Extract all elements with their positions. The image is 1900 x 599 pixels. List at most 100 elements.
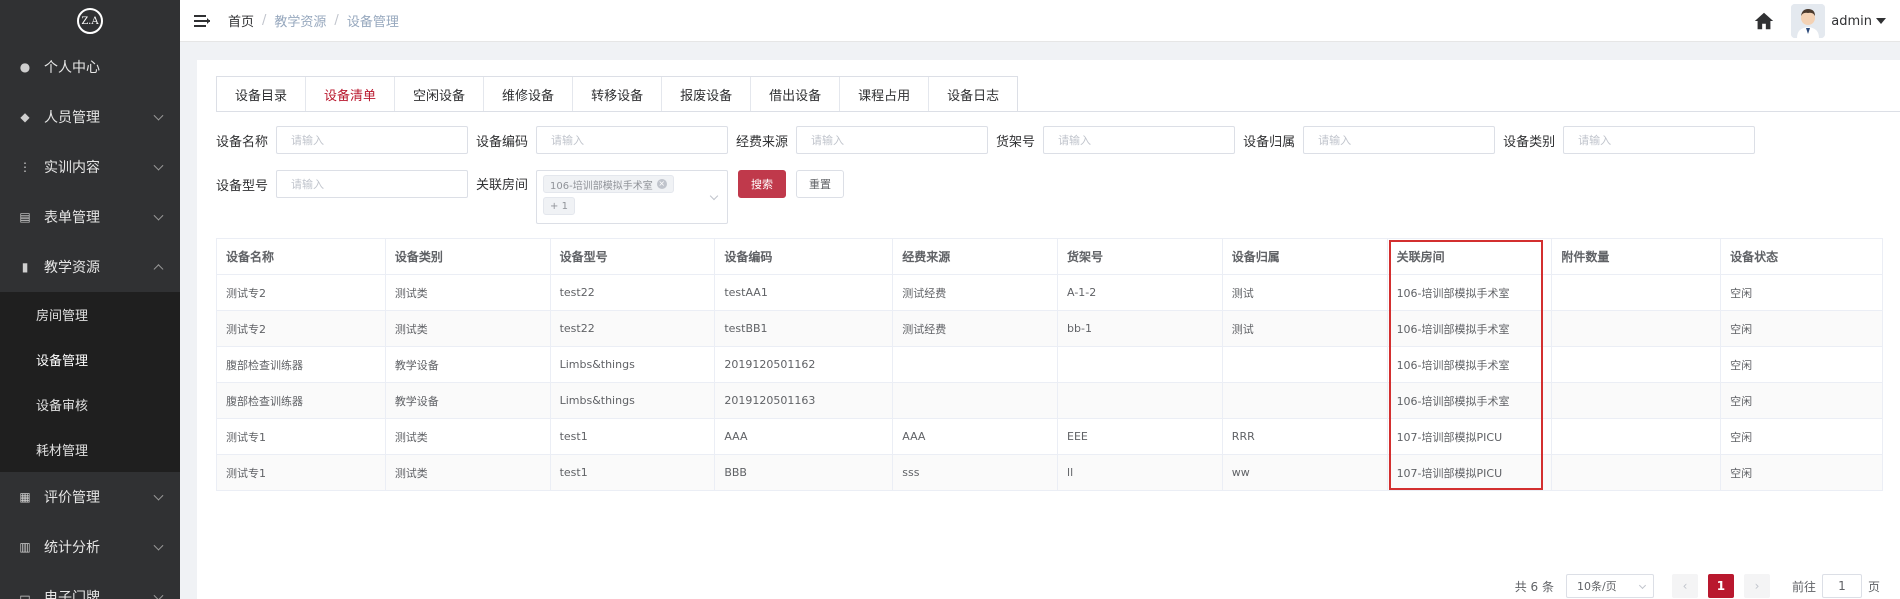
table-cell: Limbs&things (549, 346, 716, 383)
device-code-label: 设备编码 (476, 134, 529, 150)
related-room-label: 关联房间 (476, 178, 529, 193)
chevron-down-icon[interactable] (1876, 18, 1886, 24)
tab-6[interactable]: 借出设备 (751, 77, 841, 111)
reset-button[interactable]: 重置 (796, 170, 845, 198)
tab-0[interactable]: 设备目录 (217, 77, 307, 111)
table-cell: EEE (1057, 418, 1223, 455)
sidebar-item-4[interactable]: ▮ 教学资源 (0, 242, 180, 292)
hamburger-icon[interactable] (194, 14, 210, 27)
column-header[interactable]: 设备类别 (384, 238, 551, 275)
sidebar-item-label: 人员管理 (44, 110, 100, 126)
column-header[interactable]: 经费来源 (892, 238, 1059, 275)
table-cell: test1 (549, 454, 716, 491)
sidebar-item-1[interactable]: ◆ 人员管理 (0, 92, 180, 142)
table-cell: testAA1 (714, 274, 894, 311)
chevron-up-icon (153, 264, 164, 275)
sidebar-item-label: 个人中心 (44, 60, 100, 76)
table-cell: 106-培训部模拟手术室 (1386, 346, 1553, 383)
table-row[interactable]: 测试专1 测试类 test1 AAA AAA EEE RRR 107-培训部模拟PICU 空闲 (216, 418, 1883, 455)
table-cell: 106-培训部模拟手术室 (1386, 274, 1553, 311)
page-number-current[interactable]: 1 (1707, 574, 1734, 598)
sidebar-item-2[interactable]: ⋮ 实训内容 (0, 142, 180, 192)
submenu-item[interactable]: 设备审核 (0, 382, 180, 427)
goto-prefix: 前往 (1791, 579, 1816, 594)
tab-8[interactable]: 设备日志 (929, 77, 1018, 111)
table-cell: 空闲 (1720, 418, 1883, 455)
table-cell: sss (892, 454, 1059, 491)
home-icon[interactable] (1753, 10, 1775, 32)
device-table: 设备名称 设备类别 设备型号 设备编码 经费来源 货架号 设备归属 关联房间 附件数量 设备状态 … (216, 238, 1883, 491)
table-cell: A-1-2 (1057, 274, 1223, 311)
table-cell (1057, 346, 1223, 383)
tab-1[interactable]: 设备清单 (306, 77, 396, 111)
shelf-no-label: 货架号 (996, 134, 1036, 150)
related-room-select[interactable]: 106-培训部模拟手术室 × + 1 (536, 170, 729, 224)
sidebar-item-label: 统计分析 (44, 540, 100, 556)
chevron-down-icon (153, 110, 164, 121)
book-icon: ▮ (21, 260, 29, 274)
submenu-item[interactable]: 设备管理 (0, 337, 180, 382)
sidebar-item-b0[interactable]: ▦ 评价管理 (0, 472, 180, 522)
device-code-input[interactable]: 请输入 (536, 126, 729, 154)
chevron-down-icon (153, 490, 164, 501)
table-row[interactable]: 测试专2 测试类 test22 testAA1 测试经费 A-1-2 测试 106-培训部模拟… (216, 274, 1883, 311)
table-cell: 测试类 (384, 454, 551, 491)
chart-icon: ▥ (19, 540, 31, 554)
column-header[interactable]: 设备归属 (1221, 238, 1388, 275)
submenu-item[interactable]: 耗材管理 (0, 427, 180, 472)
device-category-input[interactable]: 请输入 (1563, 126, 1756, 154)
search-button[interactable]: 搜索 (738, 170, 787, 198)
next-page-button[interactable]: › (1743, 574, 1770, 598)
table-cell: 测试类 (384, 274, 551, 311)
table-cell: 测试专1 (216, 418, 386, 455)
table-row[interactable]: 腹部检查训练器 教学设备 Limbs&things 2019120501163 106-… (216, 382, 1883, 419)
tab-4[interactable]: 转移设备 (573, 77, 663, 111)
sidebar-item-b2[interactable]: ▭ 电子门牌 (0, 572, 180, 599)
column-header[interactable]: 附件数量 (1551, 238, 1722, 275)
table-cell: ll (1057, 454, 1223, 491)
page-size-select[interactable]: 10条/页 (1565, 574, 1654, 598)
device-owner-input[interactable]: 请输入 (1303, 126, 1496, 154)
device-name-label: 设备名称 (216, 134, 269, 150)
tab-7[interactable]: 课程占用 (840, 77, 930, 111)
chevron-down-icon (153, 210, 164, 221)
avatar[interactable] (1791, 4, 1826, 38)
column-header[interactable]: 设备型号 (549, 238, 716, 275)
tab-2[interactable]: 空闲设备 (395, 77, 485, 111)
breadcrumb-separator: / (262, 13, 267, 28)
total-count: 共 6 条 (1514, 579, 1554, 594)
table-row[interactable]: 测试专1 测试类 test1 BBB sss ll ww 107-培训部模拟PICU 空闲 (216, 454, 1883, 491)
breadcrumb-home[interactable]: 首页 (228, 11, 254, 30)
table-cell: 测试 (1221, 274, 1388, 311)
column-header[interactable]: 设备名称 (216, 238, 386, 275)
filter-row-2: 设备型号 请输入 关联房间 106-培训部模拟手术室 × + 1 搜索 重置 (216, 170, 845, 224)
device-owner-label: 设备归属 (1243, 134, 1296, 150)
device-name-input[interactable]: 请输入 (276, 126, 469, 154)
tab-5[interactable]: 报废设备 (662, 77, 752, 111)
device-model-input[interactable]: 请输入 (276, 170, 469, 198)
filter-row-1: 设备名称 请输入 设备编码 请输入 经费来源 请输入 货架号 请输入 设备归属 … (216, 126, 1763, 154)
column-header[interactable]: 货架号 (1057, 238, 1223, 275)
tab-3[interactable]: 维修设备 (484, 77, 574, 111)
column-header[interactable]: 关联房间 (1386, 238, 1553, 275)
goto-page-input[interactable]: 1 (1821, 574, 1862, 598)
sidebar-item-0[interactable]: ● 个人中心 (0, 42, 180, 92)
chevron-down-icon (153, 160, 164, 171)
fund-source-input[interactable]: 请输入 (796, 126, 989, 154)
table-cell: 空闲 (1720, 274, 1883, 311)
sidebar-item-b1[interactable]: ▥ 统计分析 (0, 522, 180, 572)
close-icon[interactable]: × (656, 179, 667, 189)
breadcrumb-teaching-resources[interactable]: 教学资源 (274, 11, 326, 30)
shelf-no-input[interactable]: 请输入 (1043, 126, 1236, 154)
fund-source-label: 经费来源 (736, 134, 789, 150)
chevron-down-icon (1638, 581, 1647, 590)
column-header[interactable]: 设备状态 (1720, 238, 1883, 275)
username[interactable]: admin (1831, 14, 1872, 29)
sidebar-item-3[interactable]: ▤ 表单管理 (0, 192, 180, 242)
table-cell: 空闲 (1720, 454, 1883, 491)
prev-page-button[interactable]: ‹ (1671, 574, 1698, 598)
table-row[interactable]: 测试专2 测试类 test22 testBB1 测试经费 bb-1 测试 106-培训部模拟手… (216, 310, 1883, 347)
submenu-item[interactable]: 房间管理 (0, 292, 180, 337)
table-row[interactable]: 腹部检查训练器 教学设备 Limbs&things 2019120501162 106-… (216, 346, 1883, 383)
column-header[interactable]: 设备编码 (714, 238, 894, 275)
